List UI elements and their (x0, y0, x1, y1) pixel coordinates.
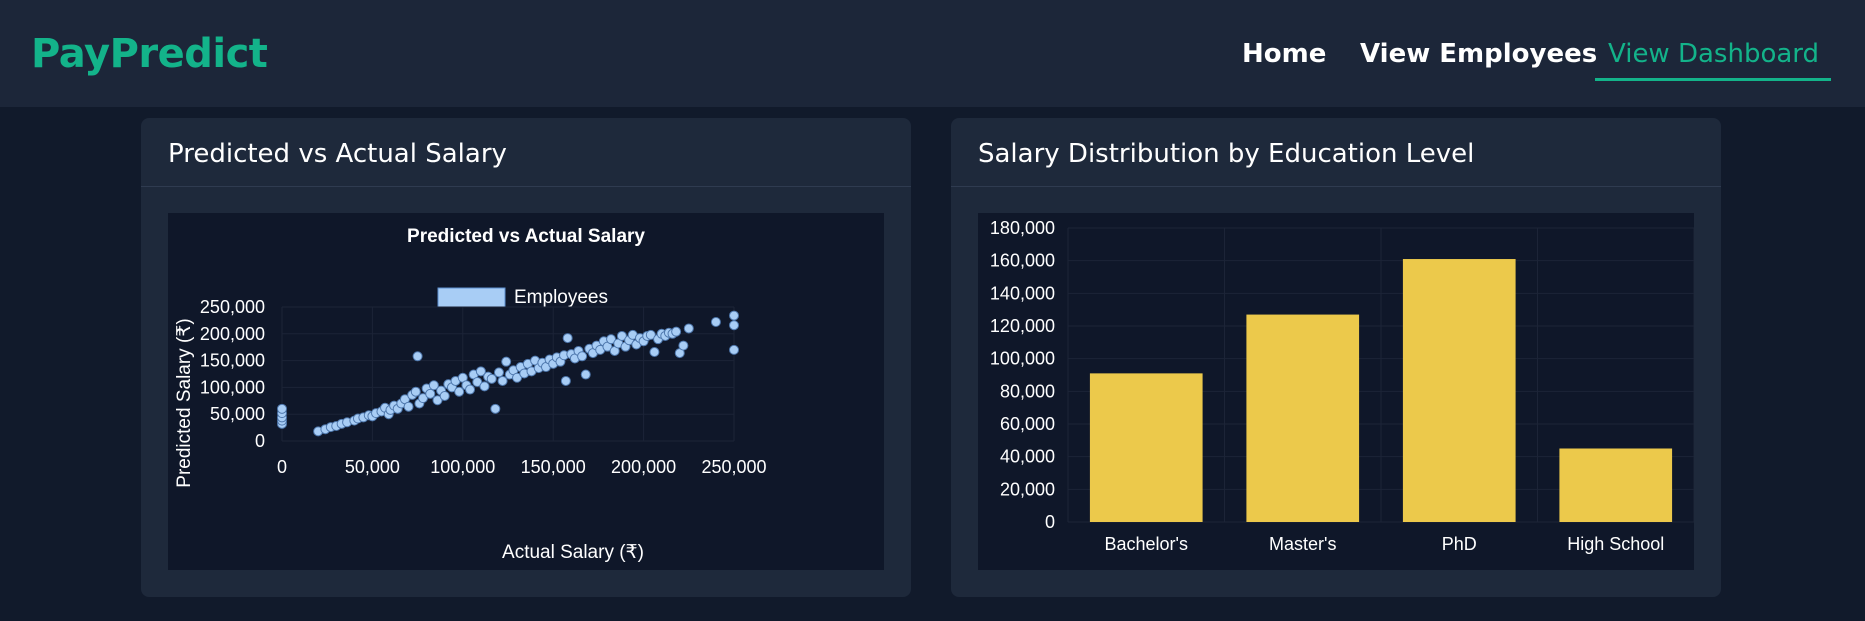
legend-label[interactable]: Employees (514, 287, 608, 308)
bar-card-title: Salary Distribution by Education Level (978, 139, 1475, 169)
y-tick-label: 50,000 (210, 404, 265, 424)
x-tick-label: 50,000 (345, 457, 400, 477)
y-tick-label: 100,000 (990, 349, 1055, 369)
scatter-point[interactable] (439, 390, 450, 401)
scatter-x-axis-label: Actual Salary (₹) (502, 542, 644, 563)
bar-chart-area: 0 20,000 40,000 60,000 80,000 100,000 120,000 1… (978, 213, 1695, 570)
x-tick-label: 100,000 (430, 457, 495, 477)
scatter-points (277, 310, 739, 437)
scatter-point[interactable] (486, 373, 497, 384)
scatter-point[interactable] (671, 326, 682, 337)
x-tick-label: High School (1567, 534, 1664, 554)
scatter-point[interactable] (683, 323, 694, 334)
scatter-chart-title: Predicted vs Actual Salary (407, 226, 645, 247)
bar-card: Salary Distribution by Education Level 0… (951, 118, 1721, 597)
scatter-chart-area: Predicted vs Actual Salary Employees 0 50… (168, 213, 884, 570)
scatter-card-header: Predicted vs Actual Salary (141, 118, 911, 187)
x-tick-label: Master's (1269, 534, 1336, 554)
x-tick-label: 0 (277, 457, 287, 477)
bar-y-ticks: 0 20,000 40,000 60,000 80,000 100,000 120,000 1… (990, 218, 1055, 532)
y-tick-label: 120,000 (990, 316, 1055, 336)
scatter-point[interactable] (649, 347, 660, 358)
y-tick-label: 200,000 (200, 324, 265, 344)
x-tick-label: Bachelor's (1105, 534, 1188, 554)
bar-card-header: Salary Distribution by Education Level (951, 118, 1721, 187)
scatter-point[interactable] (479, 381, 490, 392)
scatter-chart: Predicted vs Actual Salary Employees 0 50… (174, 226, 767, 563)
brand-logo[interactable]: PayPredict (31, 29, 268, 79)
y-tick-label: 100,000 (200, 377, 265, 397)
x-tick-label: 150,000 (521, 457, 586, 477)
scatter-point[interactable] (580, 369, 591, 380)
y-tick-label: 40,000 (1000, 447, 1055, 467)
y-tick-label: 250,000 (200, 297, 265, 317)
bar[interactable] (1246, 314, 1360, 522)
y-tick-label: 160,000 (990, 251, 1055, 271)
scatter-point[interactable] (729, 320, 739, 331)
scatter-point[interactable] (562, 333, 573, 344)
scatter-x-ticks: 0 50,000 100,000 150,000 200,000 250,000 (277, 457, 767, 477)
scatter-point[interactable] (678, 340, 689, 351)
y-tick-label: 0 (255, 431, 265, 451)
scatter-point[interactable] (403, 401, 414, 412)
nav-active-indicator (1595, 78, 1831, 81)
scatter-point[interactable] (729, 310, 739, 321)
scatter-point[interactable] (465, 384, 476, 395)
scatter-y-axis-label: Predicted Salary (₹) (174, 318, 195, 487)
scatter-point[interactable] (490, 403, 501, 414)
scatter-point[interactable] (410, 386, 421, 397)
bar-chart: 0 20,000 40,000 60,000 80,000 100,000 120,000 1… (990, 218, 1695, 554)
bar[interactable] (1402, 259, 1516, 522)
y-tick-label: 80,000 (1000, 381, 1055, 401)
bar[interactable] (1089, 373, 1203, 522)
scatter-y-ticks: 0 50,000 100,000 150,000 200,000 250,000 (200, 297, 265, 451)
scatter-point[interactable] (577, 351, 588, 362)
nav-home[interactable]: Home (1242, 36, 1326, 72)
scatter-point[interactable] (277, 403, 287, 414)
scatter-card-title: Predicted vs Actual Salary (168, 139, 507, 169)
scatter-point[interactable] (729, 344, 739, 355)
scatter-point[interactable] (412, 351, 423, 362)
scatter-point[interactable] (493, 367, 504, 378)
scatter-point[interactable] (454, 386, 465, 397)
scatter-point[interactable] (710, 317, 721, 328)
x-tick-label: 200,000 (611, 457, 676, 477)
scatter-point[interactable] (497, 375, 508, 386)
nav-view-dashboard[interactable]: View Dashboard (1608, 36, 1819, 72)
bar-x-ticks: Bachelor's Master's PhD High School (1105, 534, 1665, 554)
scatter-point[interactable] (560, 375, 571, 386)
y-tick-label: 140,000 (990, 283, 1055, 303)
y-tick-label: 60,000 (1000, 414, 1055, 434)
nav-view-employees[interactable]: View Employees (1360, 36, 1597, 72)
x-tick-label: 250,000 (701, 457, 766, 477)
y-tick-label: 180,000 (990, 218, 1055, 238)
x-tick-label: PhD (1442, 534, 1477, 554)
bar[interactable] (1559, 448, 1673, 523)
y-tick-label: 0 (1045, 512, 1055, 532)
scatter-point[interactable] (425, 388, 436, 399)
y-tick-label: 20,000 (1000, 479, 1055, 499)
scatter-point[interactable] (501, 356, 512, 367)
y-tick-label: 150,000 (200, 351, 265, 371)
legend-swatch[interactable] (437, 287, 506, 308)
navbar: PayPredict Home View Employees View Dash… (0, 0, 1865, 107)
scatter-card: Predicted vs Actual Salary Predicted vs … (141, 118, 911, 597)
